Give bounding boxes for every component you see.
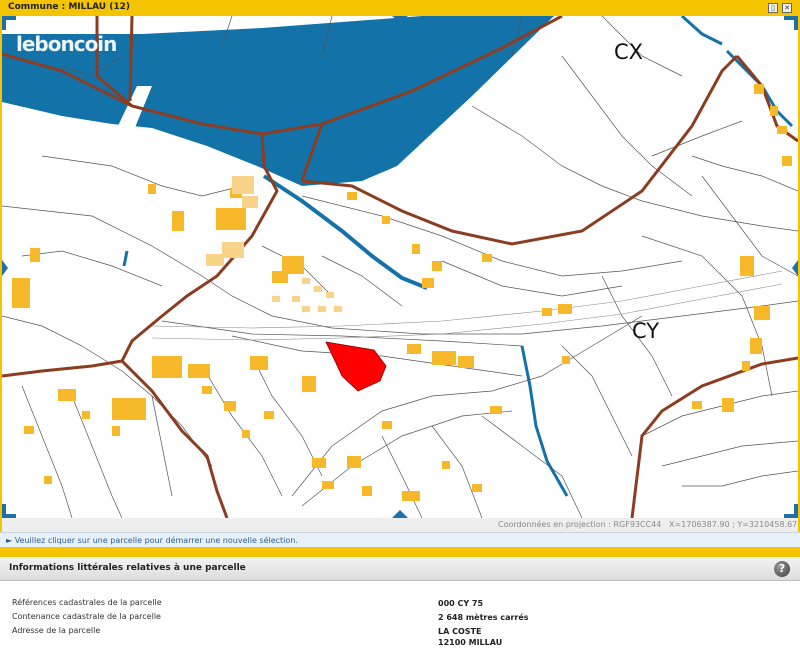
map-canvas[interactable]: [2, 16, 798, 518]
parcel-reference-value: 000 CY 75: [438, 599, 484, 608]
parcel-address-line1: LA COSTE: [438, 627, 482, 636]
pan-south-arrow: [392, 510, 408, 518]
parcel-address-line2: 12100 MILLAU: [438, 638, 503, 647]
stream-south: [520, 345, 569, 497]
pan-west-arrow: [2, 260, 8, 276]
stream-west: [122, 250, 129, 267]
parcel-address-label: Adresse de la parcelle: [12, 626, 101, 635]
xy-coordinates: X=1706387.90 ; Y=3210458.67: [669, 520, 798, 529]
section-label-cy: CY: [632, 319, 660, 343]
coordinates-bar: Coordonnées en projection : RGF93CC44 X=…: [2, 518, 798, 532]
stream-northeast: [680, 16, 723, 46]
cadastral-map[interactable]: leboncoin CX CY: [2, 16, 798, 518]
selected-parcel[interactable]: [325, 341, 387, 392]
info-message: ► Veuillez cliquer sur une parcelle pour…: [6, 536, 298, 545]
parcel-reference-label: Références cadastrales de la parcelle: [12, 598, 162, 607]
parcel-area-label: Contenance cadastrale de la parcelle: [12, 612, 161, 621]
parcel-area-value: 2 648 mètres carrés: [438, 613, 529, 622]
leboncoin-watermark: leboncoin: [16, 32, 117, 56]
section-label-cx: CX: [614, 40, 644, 64]
projection-label: Coordonnées en projection : RGF93CC44: [498, 520, 662, 529]
parcel-info-body: Références cadastrales de la parcelle 00…: [0, 581, 800, 653]
title-bar: Commune : MILLAU (12) ▯ ✕: [0, 0, 800, 16]
panel-separator: [0, 547, 800, 557]
panel-title: Informations littérales relatives à une …: [9, 563, 246, 573]
info-message-bar: ► Veuillez cliquer sur une parcelle pour…: [0, 532, 800, 547]
pan-east-arrow: [792, 260, 798, 276]
window-title: Commune : MILLAU (12): [8, 2, 130, 12]
roads: [151, 270, 783, 341]
help-icon[interactable]: ?: [774, 561, 790, 577]
restore-button[interactable]: ▯: [768, 3, 778, 13]
close-button[interactable]: ✕: [782, 3, 792, 13]
parcel-info-header: Informations littérales relatives à une …: [0, 557, 800, 581]
